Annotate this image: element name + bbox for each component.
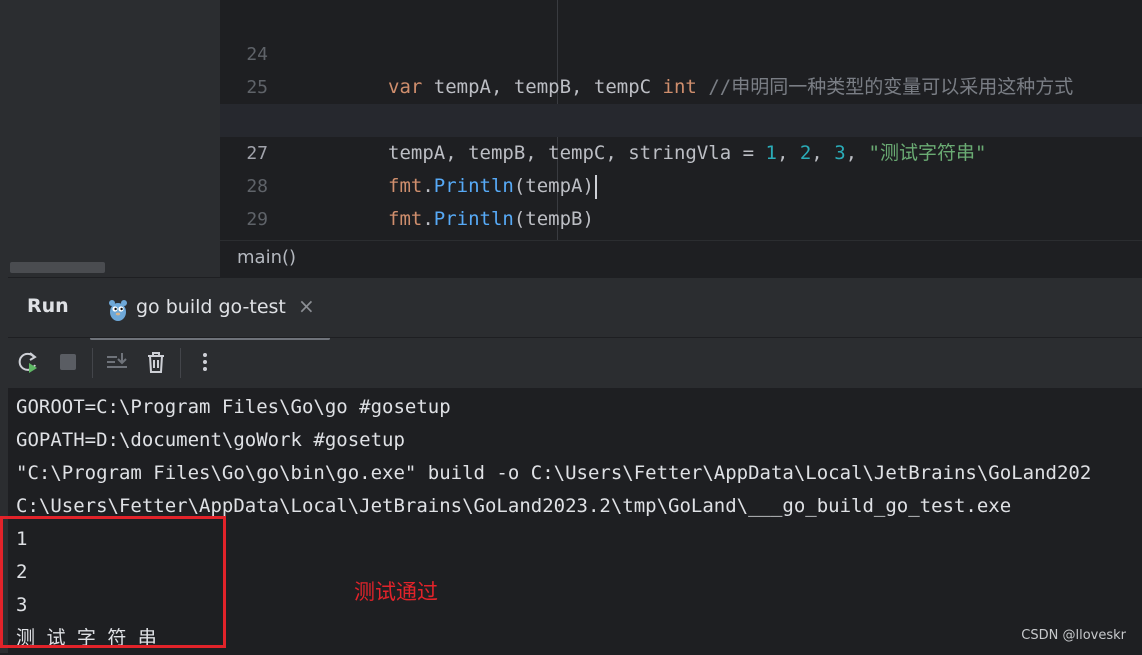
close-tab-icon[interactable]: × <box>298 294 315 318</box>
run-toolbar <box>8 338 1142 388</box>
code-line[interactable]: 29 fmt.Println(tempC) <box>220 170 1142 263</box>
code-line[interactable]: 30 fmt.Println(stringVla) <box>220 203 1142 296</box>
breadcrumb[interactable]: main() <box>237 247 296 268</box>
run-panel-title: Run <box>27 295 69 317</box>
stop-icon[interactable] <box>54 348 82 376</box>
toolbar-divider <box>92 348 93 378</box>
clear-all-icon[interactable] <box>142 348 170 376</box>
console-line: GOPATH=D:\document\goWork #gosetup <box>16 429 405 451</box>
toolbar-divider <box>180 348 181 378</box>
rerun-icon[interactable] <box>14 348 42 376</box>
code-line[interactable]: 28 fmt.Println(tempB) <box>220 137 1142 230</box>
code-line[interactable]: 25 var stringVla string <box>220 38 1142 131</box>
console-line: "C:\Program Files\Go\go\bin\go.exe" buil… <box>16 462 1092 484</box>
more-options-icon[interactable] <box>191 348 219 376</box>
run-tab-label: go build go-test <box>136 296 286 318</box>
output-highlight-box <box>0 516 226 648</box>
project-panel-scrollbar[interactable] <box>10 262 105 273</box>
console-line: GOROOT=C:\Program Files\Go\go #gosetup <box>16 396 451 418</box>
annotation-label: 测试通过 <box>354 580 438 604</box>
watermark: CSDN @lloveskr <box>1021 628 1126 643</box>
code-editor[interactable]: 24 var tempA, tempB, tempC int //申明同一种类型… <box>220 0 1142 296</box>
code-line[interactable]: 26 tempA, tempB, tempC, stringVla = 1, 2… <box>220 71 1142 164</box>
code-line[interactable]: 24 var tempA, tempB, tempC int //申明同一种类型… <box>220 5 1142 98</box>
scroll-to-end-icon[interactable] <box>103 348 131 376</box>
run-configuration-tab[interactable]: go build go-test × <box>90 286 330 340</box>
code-line-current[interactable]: 27 fmt.Println(tempA) <box>220 104 1142 199</box>
editor-breadcrumb-bar: main() <box>220 240 1142 278</box>
project-panel <box>8 0 220 277</box>
gopher-icon <box>109 300 127 321</box>
